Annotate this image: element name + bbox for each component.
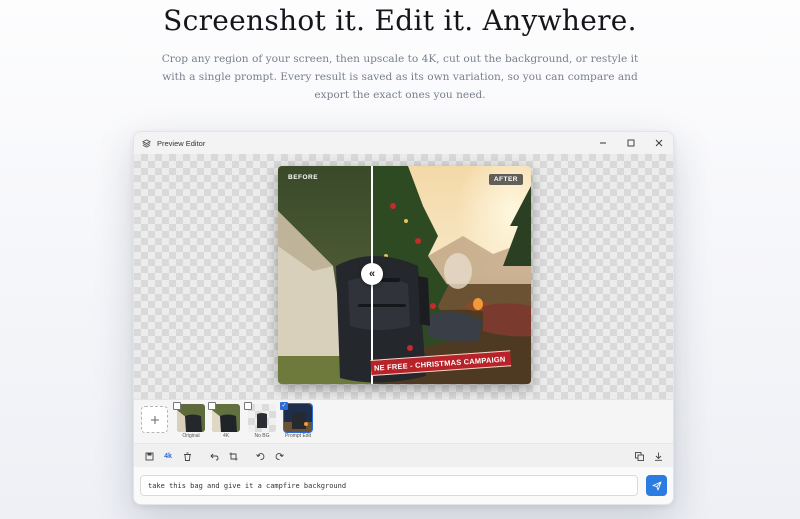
hero-subtitle: Crop any region of your screen, then ups… [161,53,639,101]
before-label: BEFORE [288,174,319,181]
variation-thumbnail[interactable] [212,404,240,432]
hero-title: Screenshot it. Edit it. Anywhere. [163,4,637,37]
prompt-text: take this bag and give it a campfire bac… [148,481,347,490]
variation-thumbnail[interactable] [248,404,276,432]
4k-icon: 4k [164,452,172,460]
editor-canvas: BEFORE AFTER NE FREE - CHRISTMAS CAMPAIG… [134,154,673,399]
rotate-left-button[interactable] [253,449,267,463]
window-title: Preview Editor [157,138,206,148]
crop-button[interactable] [226,449,240,463]
copy-button[interactable] [632,449,646,463]
send-button[interactable] [646,475,667,496]
close-button[interactable] [645,132,673,154]
variation-original[interactable]: Original [173,402,206,439]
plus-icon [150,415,159,424]
rotate-right-button[interactable] [272,449,286,463]
variation-label: Original [182,433,200,439]
variation-checkbox[interactable] [208,402,216,410]
download-button[interactable] [651,449,665,463]
copy-icon [634,451,644,461]
variation-label: Prompt Edit [284,433,312,439]
before-after-compare[interactable]: BEFORE AFTER NE FREE - CHRISTMAS CAMPAIG… [278,166,531,384]
trash-icon [183,452,191,461]
preview-editor-window: Preview Editor BEFORE AFTER NE FREE - CH… [133,131,674,505]
minimize-button[interactable] [589,132,617,154]
compare-handle[interactable]: « [361,263,383,285]
title-bar: Preview Editor [134,132,673,154]
save-button[interactable] [142,449,156,463]
rotate-left-icon [255,452,264,460]
layers-icon [142,138,152,148]
after-label: AFTER [488,174,523,185]
upscale-4k-button[interactable]: 4k [161,449,175,463]
add-variation-button[interactable] [141,406,168,433]
crop-icon [229,452,237,460]
variation-prompt-edit[interactable]: ✓ Prompt Edit [280,402,313,439]
prompt-area: take this bag and give it a campfire bac… [134,467,673,504]
double-chevron-left-icon: « [368,268,376,280]
variation-checkbox[interactable] [173,402,181,410]
variations-strip: Original 4K No BG ✓ Prompt Edit [134,399,673,443]
variation-label: 4K [222,433,230,439]
variation-4k[interactable]: 4K [208,402,241,439]
download-icon [654,452,662,461]
variation-thumbnail[interactable] [283,403,313,433]
variation-thumbnail[interactable] [177,404,205,432]
save-icon [145,452,153,460]
editor-toolbar: 4k [134,443,673,467]
undo-button[interactable] [207,449,221,463]
maximize-button[interactable] [617,132,645,154]
variation-label: No BG [254,433,270,439]
variation-no-bg[interactable]: No BG [244,402,277,439]
variation-checkbox[interactable] [244,402,252,410]
send-icon [652,481,661,490]
prompt-input[interactable]: take this bag and give it a campfire bac… [140,475,638,496]
undo-icon [209,453,218,460]
delete-button[interactable] [180,449,194,463]
variation-checkbox-checked[interactable]: ✓ [280,402,288,410]
rotate-right-icon [275,452,284,460]
